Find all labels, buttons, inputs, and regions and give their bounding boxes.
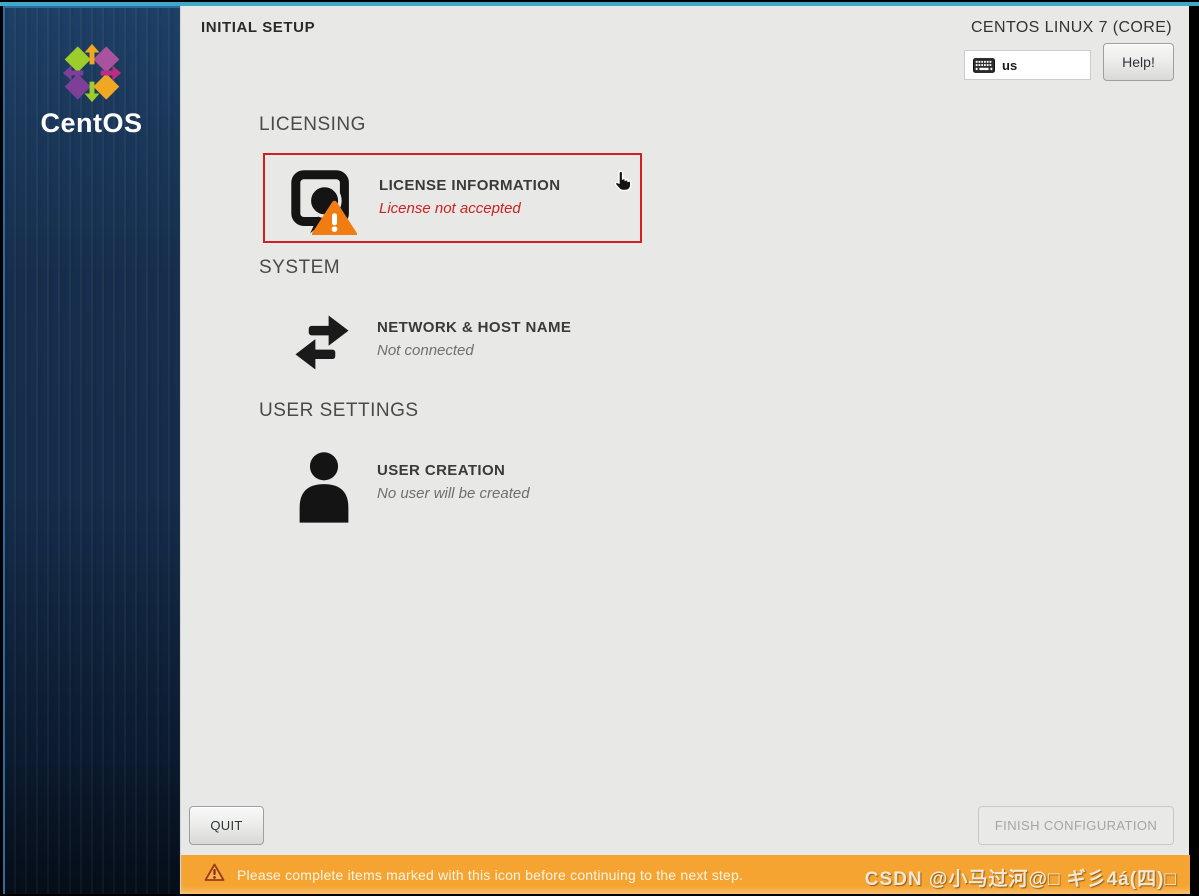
spoke-title: NETWORK & HOST NAME: [377, 319, 572, 336]
centos-pinwheel-icon: [62, 43, 121, 103]
page-title: INITIAL SETUP: [201, 19, 316, 36]
user-spoke-text: USER CREATION No user will be created: [377, 462, 530, 502]
centos-logo: CentOS: [3, 42, 180, 139]
network-icon: [284, 306, 360, 383]
main-content: INITIAL SETUP CENTOS LINUX 7 (CORE) us H…: [180, 6, 1190, 894]
license-spoke-text: LICENSE INFORMATION License not accepted: [379, 177, 560, 217]
quit-button[interactable]: QUIT: [189, 806, 264, 845]
finish-configuration-button[interactable]: FINISH CONFIGURATION: [978, 806, 1174, 845]
spoke-status: License not accepted: [379, 200, 521, 217]
spoke-title: LICENSE INFORMATION: [379, 177, 561, 194]
watermark-text: CSDN @小马过河@□ ギ彡4á(四)□: [864, 869, 1177, 890]
spoke-title: USER CREATION: [377, 462, 506, 479]
keyboard-layout-selector[interactable]: us: [964, 50, 1091, 80]
warning-triangle-icon: [204, 863, 225, 887]
spoke-status: Not connected: [377, 342, 474, 359]
hand-cursor-icon: [611, 169, 633, 198]
section-header-licensing: LICENSING: [259, 114, 366, 135]
license-icon: [285, 163, 357, 240]
section-header-user-settings: USER SETTINGS: [259, 400, 419, 421]
keyboard-layout-value: us: [1002, 57, 1018, 73]
sidebar: CentOS: [3, 6, 180, 894]
warning-message: Please complete items marked with this i…: [237, 866, 744, 883]
spoke-license-information[interactable]: LICENSE INFORMATION License not accepted: [263, 153, 642, 243]
network-spoke-text: NETWORK & HOST NAME Not connected: [377, 319, 571, 359]
section-header-system: SYSTEM: [259, 257, 341, 278]
help-button[interactable]: Help!: [1103, 43, 1174, 81]
keyboard-icon: [973, 57, 995, 73]
spoke-user-creation[interactable]: USER CREATION No user will be created: [263, 439, 642, 531]
brand-name: CentOS: [40, 108, 143, 138]
spoke-status: No user will be created: [377, 485, 530, 502]
user-icon: [294, 449, 354, 528]
spoke-network-host-name[interactable]: NETWORK & HOST NAME Not connected: [263, 296, 642, 388]
product-name: CENTOS LINUX 7 (CORE): [970, 19, 1172, 36]
